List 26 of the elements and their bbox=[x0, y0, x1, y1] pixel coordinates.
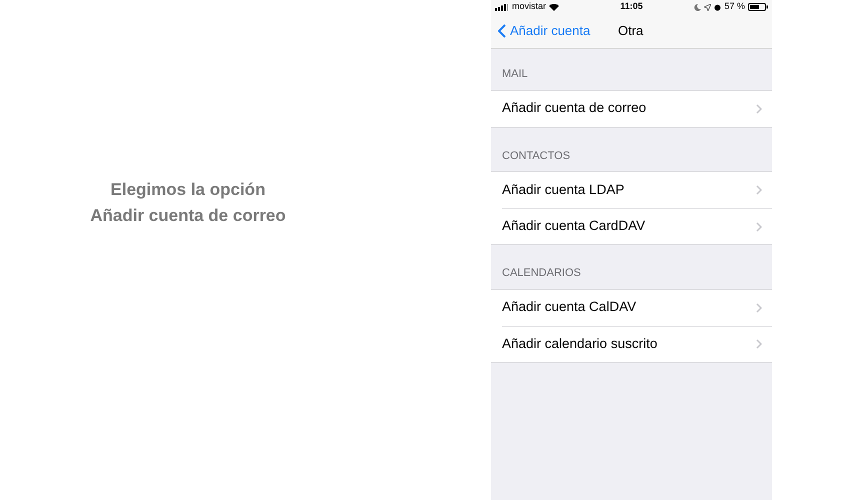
carrier-text: movistar bbox=[512, 0, 546, 14]
chevron-right-icon bbox=[756, 222, 762, 232]
location-arrow-icon bbox=[704, 4, 712, 10]
section-header: CONTACTOS bbox=[501, 148, 572, 164]
signal-icon bbox=[495, 4, 509, 10]
back-button[interactable]: Añadir cuenta bbox=[491, 21, 590, 41]
caption-text: Elegimos la opción bbox=[110, 179, 266, 201]
settings-row[interactable]: Añadir cuenta de correo bbox=[502, 90, 772, 126]
settings-row[interactable]: Añadir cuenta CalDAV bbox=[502, 290, 772, 326]
chevron-right-icon bbox=[756, 302, 762, 312]
chevron-right-icon bbox=[756, 104, 762, 114]
section-header: MAIL bbox=[501, 67, 529, 82]
caption-text: Añadir cuenta de correo bbox=[90, 205, 286, 227]
settings-row[interactable]: Añadir cuenta LDAP bbox=[502, 172, 772, 208]
time-text: 11:05 bbox=[620, 0, 643, 14]
chevron-right-icon bbox=[756, 185, 762, 195]
wifi-icon bbox=[549, 4, 560, 10]
settings-row[interactable]: Añadir cuenta CardDAV bbox=[502, 208, 772, 244]
chevron-left-icon bbox=[498, 24, 506, 38]
section-header: CALENDARIOS bbox=[501, 266, 582, 281]
moon-icon bbox=[694, 4, 702, 10]
battery-icon bbox=[748, 3, 768, 11]
chevron-right-icon bbox=[756, 339, 762, 349]
settings-row[interactable]: Añadir calendario suscrito bbox=[502, 326, 772, 362]
nav-title: Otra bbox=[618, 22, 644, 40]
battery-text: 57 % bbox=[724, 0, 745, 14]
